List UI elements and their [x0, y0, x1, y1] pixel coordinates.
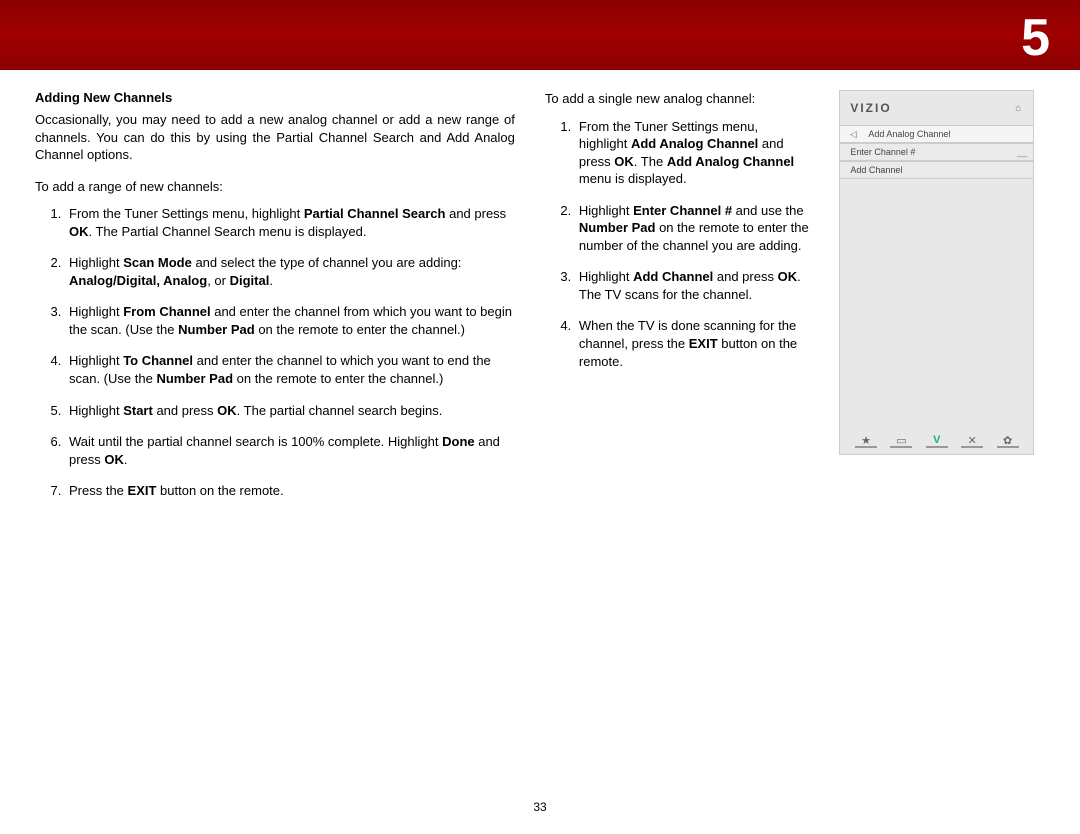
lead-in-text: To add a range of new channels: [35, 178, 515, 196]
step-item: From the Tuner Settings menu, highlight … [65, 205, 515, 240]
steps-list-right: From the Tuner Settings menu, highlight … [545, 118, 809, 371]
step-item: When the TV is done scanning for the cha… [575, 317, 809, 370]
step-item: Wait until the partial channel search is… [65, 433, 515, 468]
right-column: To add a single new analog channel: From… [545, 90, 809, 514]
menu-row-value: __ [1017, 147, 1027, 157]
tv-menu-panel: VIZIO ⌂ ◁ Add Analog Channel Enter Chann… [839, 90, 1034, 455]
menu-row-label: Enter Channel # [846, 147, 915, 157]
step-item: Highlight Start and press OK. The partia… [65, 402, 515, 420]
step-item: Highlight To Channel and enter the chann… [65, 352, 515, 387]
step-item: Highlight Enter Channel # and use the Nu… [575, 202, 809, 255]
back-arrow-icon: ◁ [846, 129, 860, 140]
intro-paragraph: Occasionally, you may need to add a new … [35, 111, 515, 164]
page-number: 33 [0, 800, 1080, 814]
section-heading: Adding New Channels [35, 90, 515, 105]
chapter-banner: 5 [0, 0, 1080, 70]
home-icon: ⌂ [1015, 103, 1023, 114]
brand-logo-text: VIZIO [850, 101, 891, 115]
step-item: Press the EXIT button on the remote. [65, 482, 515, 500]
menu-row-label: Add Channel [846, 165, 902, 175]
gear-icon: ✿ [997, 434, 1019, 448]
rect-icon: ▭ [890, 434, 912, 448]
tv-menu-list: ◁ Add Analog Channel Enter Channel # __ … [840, 125, 1033, 179]
menu-row-title: ◁ Add Analog Channel [840, 125, 1033, 143]
x-icon: ✕ [961, 434, 983, 448]
step-item: From the Tuner Settings menu, highlight … [575, 118, 809, 188]
step-item: Highlight Add Channel and press OK. The … [575, 268, 809, 303]
left-column: Adding New Channels Occasionally, you ma… [35, 90, 515, 514]
ui-mock-wrap: VIZIO ⌂ ◁ Add Analog Channel Enter Chann… [839, 90, 1045, 514]
step-item: Highlight Scan Mode and select the type … [65, 254, 515, 289]
menu-row-add-channel: Add Channel [840, 161, 1033, 179]
menu-row-label: Add Analog Channel [864, 129, 950, 139]
tv-menu-header: VIZIO ⌂ [840, 91, 1033, 125]
step-item: Highlight From Channel and enter the cha… [65, 303, 515, 338]
star-icon: ★ [855, 434, 877, 448]
v-icon: V [926, 434, 948, 448]
menu-row-enter-channel: Enter Channel # __ [840, 143, 1033, 161]
content-area: Adding New Channels Occasionally, you ma… [0, 70, 1080, 514]
lead-in-text: To add a single new analog channel: [545, 90, 809, 108]
steps-list-left: From the Tuner Settings menu, highlight … [35, 205, 515, 500]
chapter-number: 5 [1021, 8, 1050, 68]
tv-menu-footer: ★ ▭ V ✕ ✿ [840, 434, 1033, 448]
